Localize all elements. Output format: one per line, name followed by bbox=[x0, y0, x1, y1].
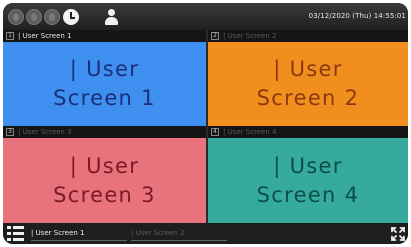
bottom-bar: | User Screen 1 | User Screen 2 bbox=[3, 223, 408, 244]
screen-3-header[interactable]: 3 | User Screen 3 bbox=[3, 126, 206, 138]
screen-header-title: | User Screen 1 bbox=[18, 32, 72, 40]
screen-label: | User Screen 4 bbox=[256, 153, 360, 207]
user-screen-4[interactable]: | User Screen 4 bbox=[208, 138, 408, 223]
top-bar: 03/12/2020 (Thu) 14:55:01 bbox=[3, 3, 408, 30]
screen-header-title: | User Screen 4 bbox=[223, 128, 277, 136]
menu-list-icon[interactable] bbox=[7, 226, 24, 241]
user-screen-2[interactable]: | User Screen 2 bbox=[208, 42, 408, 126]
datetime-display: 03/12/2020 (Thu) 14:55:01 bbox=[308, 12, 406, 20]
screen-1-header[interactable]: 1 | User Screen 1 bbox=[3, 30, 206, 42]
clock-icon[interactable] bbox=[63, 9, 79, 25]
user-screen-3[interactable]: | User Screen 3 bbox=[3, 138, 206, 223]
screen-label: | User Screen 1 bbox=[53, 57, 156, 110]
device-frame: 03/12/2020 (Thu) 14:55:01 1 | User Scree… bbox=[3, 3, 408, 244]
window-control-icon[interactable] bbox=[26, 9, 42, 25]
screen-2-header[interactable]: 2 | User Screen 2 bbox=[208, 30, 408, 42]
screen-header-title: | User Screen 2 bbox=[223, 32, 277, 40]
screen-header-title: | User Screen 3 bbox=[18, 128, 72, 136]
tab-user-screen-1[interactable]: | User Screen 1 bbox=[31, 227, 127, 241]
screen-4-header[interactable]: 4 | User Screen 4 bbox=[208, 126, 408, 138]
screen-number-badge: 1 bbox=[6, 32, 14, 40]
screen-number-badge: 4 bbox=[211, 128, 219, 136]
user-screen-1[interactable]: | User Screen 1 bbox=[3, 42, 206, 126]
screen-number-badge: 3 bbox=[6, 128, 14, 136]
window-control-icon[interactable] bbox=[44, 9, 60, 25]
fullscreen-icon[interactable] bbox=[390, 226, 406, 242]
window-control-icon[interactable] bbox=[8, 9, 24, 25]
screen-number-badge: 2 bbox=[211, 32, 219, 40]
user-icon[interactable] bbox=[104, 9, 118, 25]
screen-label: | User Screen 3 bbox=[53, 153, 156, 207]
screen-label: | User Screen 2 bbox=[256, 57, 360, 110]
tab-user-screen-2[interactable]: | User Screen 2 bbox=[131, 227, 227, 241]
